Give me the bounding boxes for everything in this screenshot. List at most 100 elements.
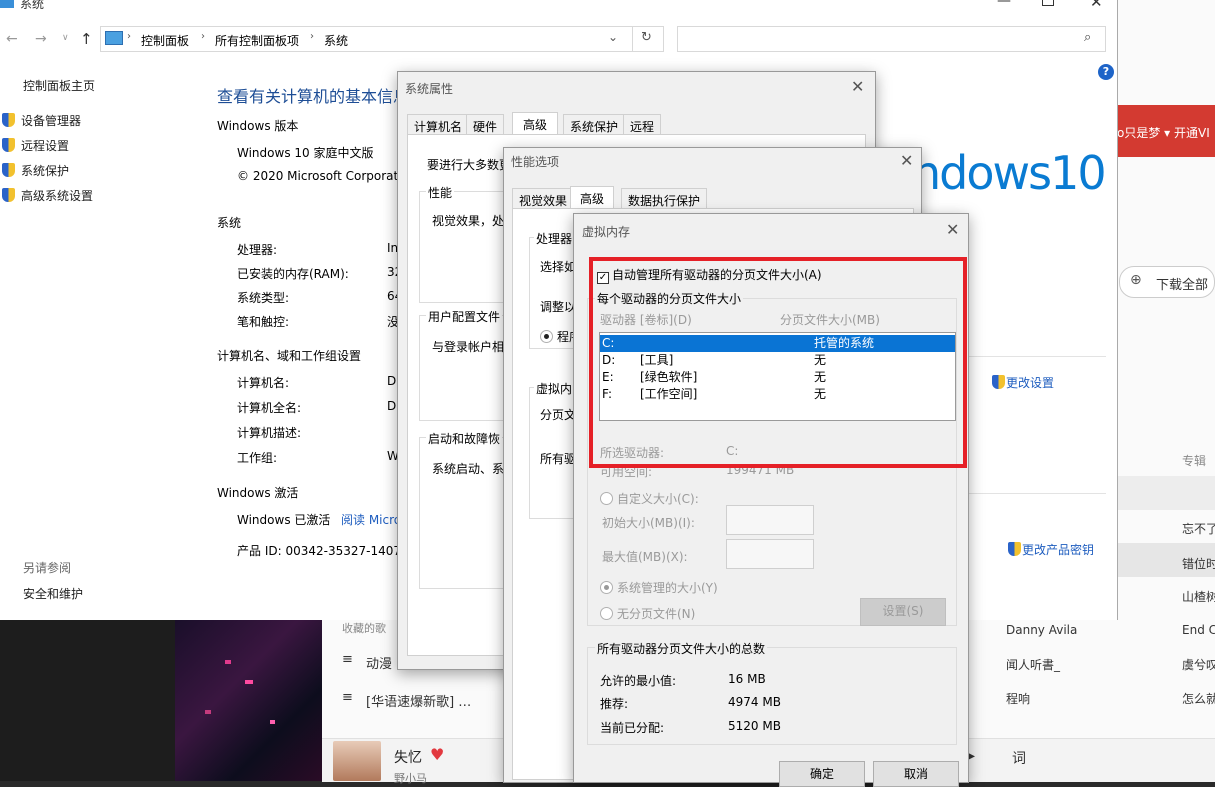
control-panel-home-link[interactable]: 控制面板主页 (23, 77, 95, 94)
dialog-title: 虚拟内存 (582, 225, 631, 239)
refresh-icon[interactable]: ↻ (641, 30, 652, 45)
sidebar-item-remote[interactable]: 远程设置 (2, 137, 69, 154)
group-label: 虚拟内 (534, 380, 575, 397)
dialog-title: 性能选项 (511, 155, 560, 169)
album-cell[interactable]: 怎么就 (1182, 690, 1215, 707)
custom-size-radio[interactable]: 自定义大小(C): (600, 490, 699, 507)
min-allowed-label: 允许的最小值: (600, 674, 677, 688)
max-size-input[interactable] (726, 539, 814, 569)
spec-key: 系统类型: (237, 291, 290, 305)
radio-icon (600, 607, 613, 620)
ok-button[interactable]: 确定 (779, 761, 865, 787)
read-license-link[interactable]: 阅读 Micro (341, 511, 401, 528)
heart-icon[interactable]: ♥ (430, 745, 444, 764)
address-dropdown-icon[interactable]: ⌄ (608, 30, 618, 44)
change-settings-link[interactable]: 更改设置 (992, 374, 1054, 391)
playlist-item[interactable]: 动漫 (366, 653, 392, 672)
minimize-button[interactable]: — (997, 0, 1011, 9)
edition-copyright: © 2020 Microsoft Corporat (237, 169, 399, 183)
spec-value: D (387, 374, 397, 388)
download-icon: ⊕ (1130, 272, 1142, 288)
security-maintenance-link[interactable]: 安全和维护 (23, 585, 83, 602)
artist-cell[interactable]: Danny Avila (1006, 623, 1077, 637)
shield-icon (2, 188, 15, 202)
album-cell[interactable]: End C (1182, 623, 1215, 637)
music-header-strip (1117, 476, 1215, 510)
search-input[interactable]: ⌕ (677, 26, 1106, 52)
group-label: 用户配置文件 (426, 308, 503, 325)
shield-icon (992, 375, 1005, 389)
section-label: Windows 版本 (217, 119, 299, 133)
spec-key: 笔和触控: (237, 315, 290, 329)
spec-value: D (387, 399, 397, 413)
sidebar-item-label: 系统保护 (21, 164, 70, 178)
breadcrumb-item[interactable]: 系统 (324, 32, 348, 49)
group-text: 与登录帐户相 (432, 340, 505, 354)
divider (632, 27, 633, 51)
up-arrow-icon[interactable]: ↑ (80, 30, 93, 48)
virtual-memory-dialog: 虚拟内存 ✕ ✓ 自动管理所有驱动器的分页文件大小(A) 每个驱动器的分页文件大小… (573, 213, 969, 787)
close-icon[interactable]: ✕ (851, 77, 864, 96)
highlight-box (589, 257, 967, 468)
album-art-image (175, 620, 322, 781)
now-playing-artist[interactable]: 野小马 (394, 770, 427, 786)
now-playing-title[interactable]: 失忆 (394, 747, 422, 767)
close-icon[interactable]: ✕ (900, 151, 913, 170)
activation-status: Windows 已激活 (237, 513, 331, 527)
download-all-button[interactable]: ⊕ 下载全部 (1119, 266, 1215, 298)
sidebar-item-advanced[interactable]: 高级系统设置 (2, 187, 93, 204)
system-managed-radio[interactable]: 系统管理的大小(Y) (600, 579, 718, 596)
sidebar-item-label: 远程设置 (21, 139, 70, 153)
album-cell[interactable]: 虞兮叹 (1182, 656, 1215, 673)
cancel-button[interactable]: 取消 (873, 761, 959, 787)
page-title: 查看有关计算机的基本信息 (217, 87, 410, 106)
album-cell[interactable]: 错位时 (1182, 555, 1215, 572)
album-cell[interactable]: 忘不了 (1182, 520, 1215, 537)
download-all-label: 下载全部 (1156, 278, 1209, 293)
breadcrumb-sep-icon: › (127, 31, 131, 42)
breadcrumb-item[interactable]: 所有控制面板项 (215, 32, 299, 49)
close-icon[interactable]: ✕ (946, 220, 959, 239)
group-text: 分页文 (540, 408, 577, 422)
artist-cell[interactable]: 程响 (1006, 690, 1030, 707)
sidebar-item-label: 高级系统设置 (21, 189, 94, 203)
no-paging-radio[interactable]: 无分页文件(N) (600, 605, 695, 622)
recent-chevron-icon[interactable]: ∨ (62, 33, 69, 43)
now-playing-avatar[interactable] (333, 741, 381, 781)
sidebar-item-device-manager[interactable]: 设备管理器 (2, 112, 81, 129)
initial-size-input[interactable] (726, 505, 814, 535)
close-button[interactable]: ✕ (1090, 0, 1103, 11)
max-size-label: 最大值(MB)(X): (602, 550, 688, 564)
change-product-key-link[interactable]: 更改产品密钥 (1008, 541, 1094, 558)
intro-text: 要进行大多数更 (427, 158, 512, 172)
group-text: 所有驱 (540, 452, 577, 466)
breadcrumb-item[interactable]: 控制面板 (141, 32, 189, 49)
breadcrumb-sep-icon: › (201, 31, 205, 42)
window-title: 系统 (20, 0, 45, 11)
shield-icon (1008, 542, 1021, 556)
set-button[interactable]: 设置(S) (860, 598, 946, 626)
back-arrow-icon[interactable]: ← (6, 31, 18, 47)
lyrics-button[interactable]: 词 (1012, 748, 1026, 768)
totals-group: 所有驱动器分页文件大小的总数 允许的最小值: 16 MB 推荐: 4974 MB… (587, 640, 957, 745)
breadcrumb-sep-icon: › (310, 31, 314, 42)
artist-cell[interactable]: 闻人听書_ (1006, 656, 1060, 673)
computer-icon (0, 0, 14, 8)
spec-key: 已安装的内存(RAM): (237, 267, 349, 281)
see-also-label: 另请参阅 (23, 561, 72, 575)
maximize-button[interactable] (1042, 0, 1054, 6)
album-cell[interactable]: 山楂树 (1182, 588, 1215, 605)
shield-icon (2, 163, 15, 177)
shield-icon (2, 138, 15, 152)
playlist-item[interactable]: [华语速爆新歌] … (366, 691, 471, 710)
music-user-text[interactable]: o只是梦 ▾ 开通VI (1117, 124, 1210, 141)
initial-size-label: 初始大小(MB)(I): (602, 516, 695, 530)
forward-arrow-icon[interactable]: → (35, 31, 47, 47)
section-label: Windows 激活 (217, 486, 299, 500)
search-icon: ⌕ (1084, 30, 1092, 45)
next-icon[interactable]: ▸ (968, 748, 975, 764)
address-bar[interactable]: › 控制面板 › 所有控制面板项 › 系统 ⌄ ↻ (100, 26, 664, 52)
sidebar-item-protection[interactable]: 系统保护 (2, 162, 69, 179)
help-icon[interactable]: ? (1098, 64, 1114, 80)
spec-key: 工作组: (237, 451, 278, 465)
